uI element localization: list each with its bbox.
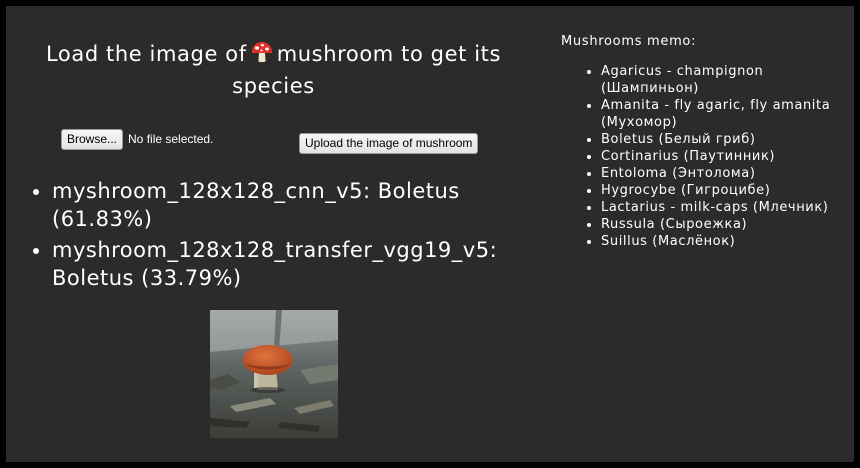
memo-item-entoloma: Entoloma (Энтолома) [601, 165, 848, 182]
prediction-item: myshroom_128x128_transfer_vgg19_v5: Bole… [52, 236, 554, 292]
prediction-item: myshroom_128x128_cnn_v5: Boletus (61.83%… [52, 177, 554, 233]
memo-item-amanita: Amanita - fly agaric, fly amanita (Мухом… [601, 97, 848, 131]
memo-item-lactarius: Lactarius - milk-caps (Млечник) [601, 199, 848, 216]
memo-item-boletus: Boletus (Белый гриб) [601, 131, 848, 148]
memo-item-russula: Russula (Сыроежка) [601, 216, 848, 233]
page-title-before: Load the image of [45, 42, 247, 66]
browse-button[interactable]: Browse... [61, 128, 124, 150]
page-title: Load the image of mushroom to get its spe… [10, 40, 537, 101]
memo-title: Mushrooms memo: [561, 34, 697, 49]
memo-list: Agaricus - champignon (Шампиньон) Amanit… [588, 63, 848, 250]
memo-item-cortinarius: Cortinarius (Паутинник) [601, 148, 848, 165]
memo-item-hygrocybe: Hygrocybe (Гигроцибе) [601, 182, 848, 199]
file-status: No file selected. [128, 132, 214, 146]
file-picker[interactable]: Browse... No file selected. [61, 128, 213, 150]
upload-button[interactable]: Upload the image of mushroom [299, 133, 479, 154]
uploaded-mushroom-photo [210, 310, 338, 438]
memo-item-agaricus: Agaricus - champignon (Шампиньон) [601, 63, 848, 97]
mushroom-icon [250, 40, 274, 72]
prediction-list: myshroom_128x128_cnn_v5: Boletus (61.83%… [34, 177, 554, 295]
memo-item-suillus: Suillus (Маслёнок) [601, 233, 848, 250]
